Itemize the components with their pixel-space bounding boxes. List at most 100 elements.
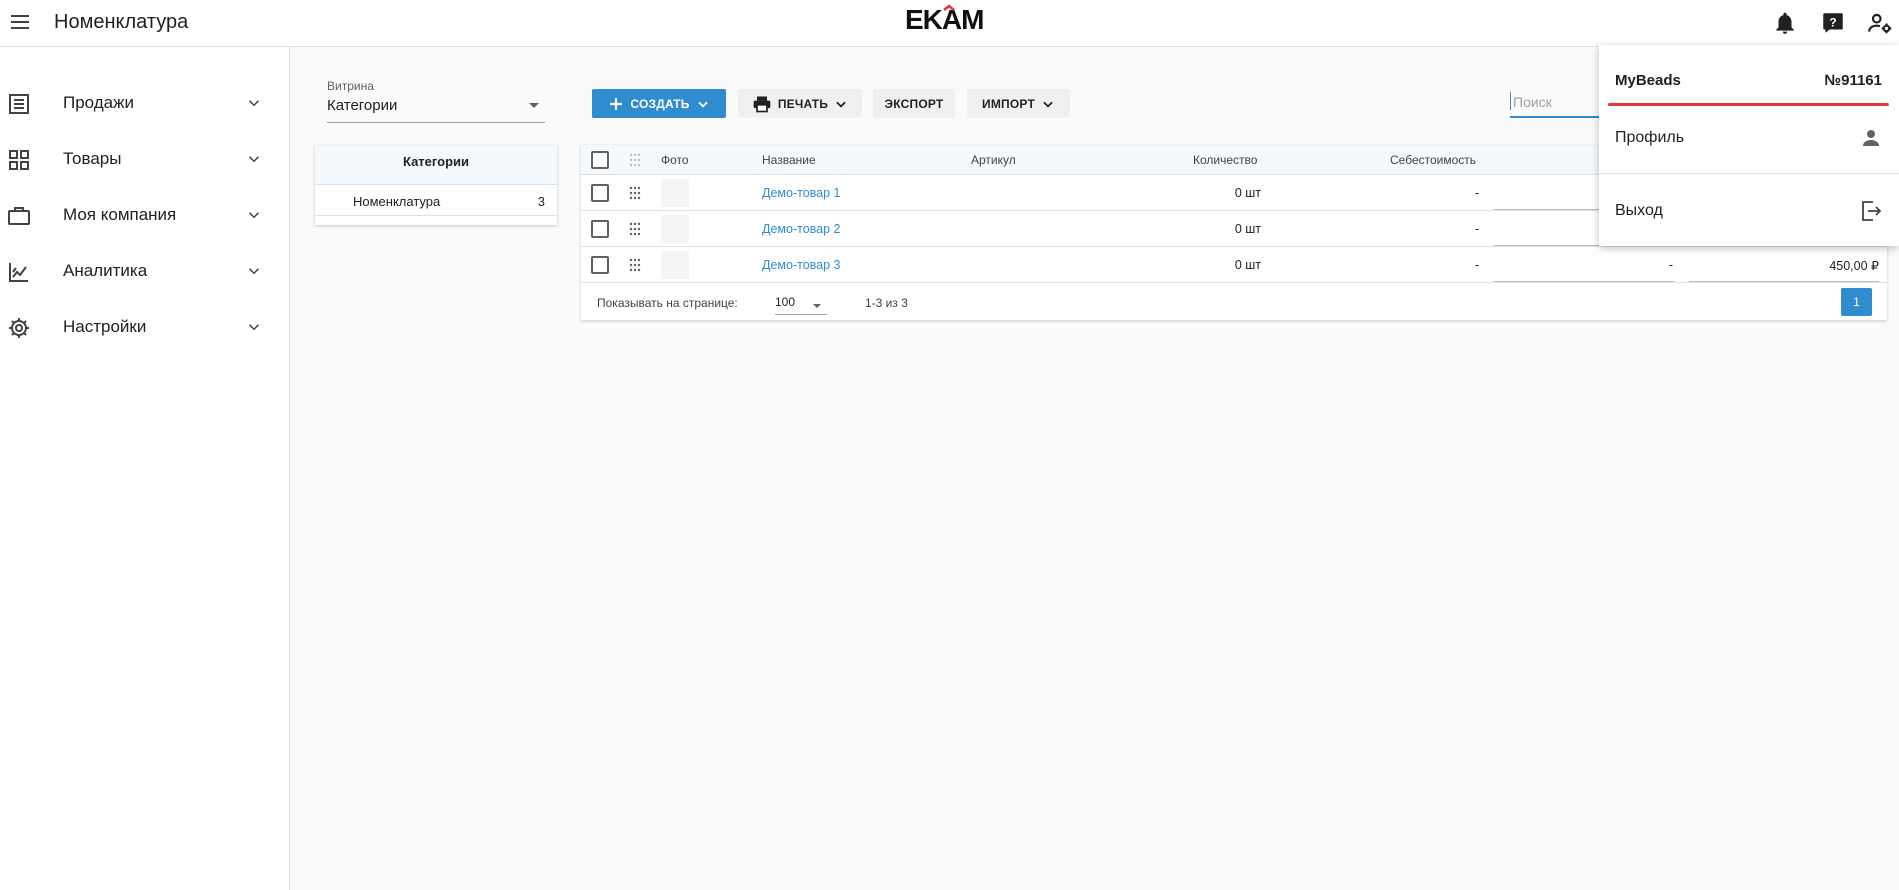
vitrina-value: Категории bbox=[327, 97, 398, 114]
product-cost: - bbox=[1474, 258, 1479, 272]
person-icon bbox=[1863, 130, 1879, 146]
select-all-checkbox[interactable] bbox=[591, 151, 609, 169]
sidebar-item-label: Товары bbox=[63, 149, 122, 168]
product-thumbnail bbox=[661, 179, 689, 207]
extra-field-underline bbox=[1494, 281, 1674, 282]
product-thumbnail bbox=[661, 215, 689, 243]
analytics-icon bbox=[9, 263, 28, 282]
table-row[interactable]: Демо-товар 3 0 шт - - 450,00 ₽ bbox=[581, 247, 1887, 283]
plus-icon bbox=[610, 97, 623, 110]
logout-menu-item[interactable]: Выход bbox=[1599, 182, 1899, 242]
page-button[interactable]: 1 bbox=[1841, 288, 1872, 316]
grid-icon bbox=[9, 150, 29, 170]
product-cost: - bbox=[1474, 222, 1479, 236]
sidebar-item-analytics[interactable]: Аналитика bbox=[0, 246, 289, 298]
vitrina-select[interactable]: Витрина Категории bbox=[327, 76, 545, 123]
product-name-link[interactable]: Демо-товар 1 bbox=[762, 186, 841, 200]
ekam-logo[interactable]: EKAM bbox=[905, 4, 1009, 34]
sidebar-item-sales[interactable]: Продажи bbox=[0, 78, 289, 130]
per-page-select[interactable]: 100 bbox=[775, 291, 827, 315]
price-field-underline bbox=[1689, 281, 1879, 282]
product-name-link[interactable]: Демо-товар 2 bbox=[762, 222, 841, 236]
drag-handle-icon[interactable] bbox=[628, 221, 642, 237]
chevron-down-icon bbox=[248, 156, 260, 163]
profile-menu-item[interactable]: Профиль bbox=[1599, 109, 1899, 169]
printer-icon bbox=[753, 96, 771, 112]
briefcase-icon bbox=[8, 207, 30, 225]
vitrina-caption: Витрина bbox=[327, 79, 374, 93]
chevron-down-icon bbox=[248, 324, 260, 331]
product-cost: - bbox=[1474, 186, 1479, 200]
account-menu: MyBeads №91161 Профиль Выход bbox=[1599, 45, 1899, 246]
gear-icon bbox=[9, 318, 29, 338]
app-header: Номенклатура EKAM ? bbox=[0, 0, 1899, 47]
account-number: №91161 bbox=[1824, 72, 1882, 89]
categories-header: Категории bbox=[315, 145, 557, 185]
import-label: ИМПОРТ bbox=[982, 96, 1035, 111]
row-checkbox[interactable] bbox=[591, 220, 609, 238]
create-label: СОЗДАТЬ bbox=[630, 96, 690, 111]
account-name: MyBeads bbox=[1615, 72, 1681, 89]
sidebar-item-label: Аналитика bbox=[63, 261, 148, 280]
help-icon[interactable]: ? bbox=[1820, 10, 1846, 36]
pagination-range: 1-3 из 3 bbox=[865, 296, 908, 310]
account-settings-icon[interactable] bbox=[1867, 10, 1893, 36]
print-button[interactable]: ПЕЧАТЬ bbox=[738, 89, 862, 118]
chevron-down-icon bbox=[248, 268, 260, 275]
bell-icon[interactable] bbox=[1772, 10, 1798, 36]
account-info[interactable]: MyBeads №91161 bbox=[1599, 45, 1899, 105]
drag-handle-icon bbox=[629, 153, 641, 167]
sidebar-item-company[interactable]: Моя компания bbox=[0, 190, 289, 242]
chevron-down-icon bbox=[1043, 101, 1053, 108]
menu-divider bbox=[1599, 173, 1899, 174]
sidebar-item-label: Настройки bbox=[63, 317, 147, 336]
sidebar-item-products[interactable]: Товары bbox=[0, 134, 289, 186]
chevron-down-icon bbox=[248, 100, 260, 107]
product-extra-field[interactable]: - bbox=[1669, 258, 1673, 272]
dropdown-arrow-icon bbox=[813, 304, 821, 308]
annotation-underline bbox=[1608, 103, 1889, 106]
page-title: Номенклатура bbox=[54, 11, 189, 33]
row-checkbox[interactable] bbox=[591, 256, 609, 274]
search-field[interactable] bbox=[1510, 92, 1610, 118]
chevron-down-icon bbox=[697, 101, 708, 108]
per-page-label: Показывать на странице: bbox=[597, 296, 738, 310]
drag-handle-icon[interactable] bbox=[628, 257, 642, 273]
import-button[interactable]: ИМПОРТ bbox=[967, 89, 1070, 118]
sidebar-item-label: Моя компания bbox=[63, 205, 177, 224]
per-page-value: 100 bbox=[775, 295, 796, 309]
categories-panel: Категории Номенклатура 3 bbox=[315, 145, 557, 225]
drag-handle-icon[interactable] bbox=[628, 185, 642, 201]
profile-label: Профиль bbox=[1615, 129, 1685, 146]
product-name-link[interactable]: Демо-товар 3 bbox=[762, 258, 841, 272]
search-input[interactable] bbox=[1510, 92, 1610, 110]
category-row[interactable]: Номенклатура 3 bbox=[315, 188, 557, 216]
sidebar-item-label: Продажи bbox=[63, 93, 134, 112]
column-article[interactable]: Артикул bbox=[971, 153, 1016, 167]
sidebar: Продажи Товары Моя компания Аналитика На… bbox=[0, 47, 290, 890]
svg-text:?: ? bbox=[1829, 15, 1836, 29]
row-checkbox[interactable] bbox=[591, 184, 609, 202]
table-footer: Показывать на странице: 100 1-3 из 3 1 bbox=[581, 284, 1887, 320]
product-quantity: 0 шт bbox=[1234, 186, 1261, 200]
column-cost[interactable]: Себестоимость bbox=[1390, 153, 1476, 167]
product-thumbnail bbox=[661, 251, 689, 279]
column-quantity[interactable]: Количество bbox=[1193, 153, 1257, 167]
logout-label: Выход bbox=[1615, 202, 1663, 219]
print-label: ПЕЧАТЬ bbox=[777, 96, 829, 111]
create-button[interactable]: СОЗДАТЬ bbox=[592, 89, 726, 118]
category-name: Номенклатура bbox=[353, 194, 441, 209]
product-price-field[interactable]: 450,00 ₽ bbox=[1829, 258, 1879, 273]
sidebar-item-settings[interactable]: Настройки bbox=[0, 302, 289, 354]
product-quantity: 0 шт bbox=[1234, 222, 1261, 236]
export-button[interactable]: ЭКСПОРТ bbox=[873, 89, 955, 118]
product-quantity: 0 шт bbox=[1234, 258, 1261, 272]
list-icon bbox=[9, 94, 29, 114]
logout-icon bbox=[1862, 201, 1882, 221]
chevron-down-icon bbox=[248, 212, 260, 219]
chevron-down-icon bbox=[836, 101, 846, 108]
dropdown-arrow-icon bbox=[529, 103, 539, 108]
hamburger-menu-icon[interactable] bbox=[8, 10, 32, 34]
column-photo[interactable]: Фото bbox=[661, 153, 689, 167]
column-name[interactable]: Название bbox=[762, 153, 816, 167]
